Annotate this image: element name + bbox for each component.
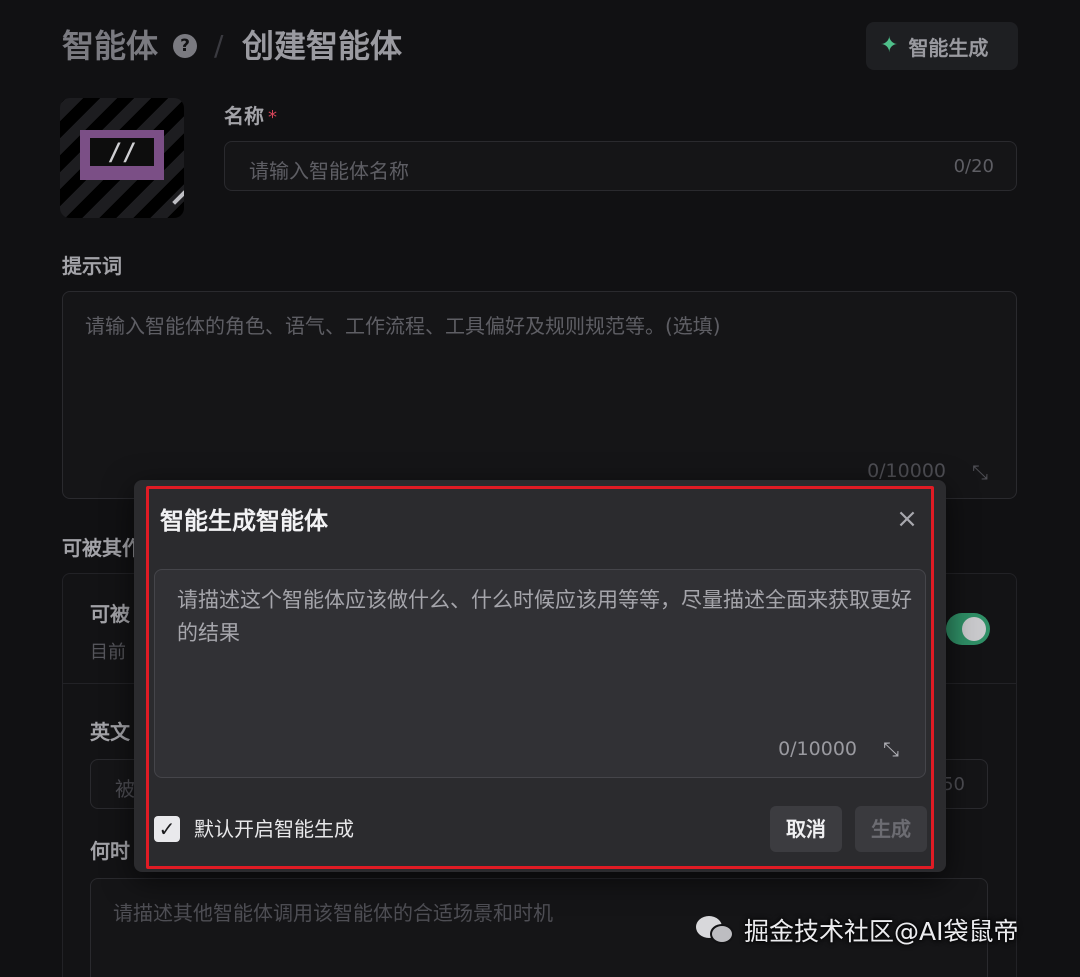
smart-generate-label: 智能生成 [908, 35, 989, 60]
name-label: 名称 [224, 104, 264, 128]
avatar-plate: // [80, 130, 164, 180]
pencil-icon [172, 189, 184, 205]
prompt-textarea[interactable]: 请输入智能体的角色、语气、工作流程、工具偏好及规则规范等。(选填) 0/1000… [62, 291, 1017, 499]
sparkle-icon: ✦ [880, 33, 899, 58]
breadcrumb-separator: / [214, 29, 224, 62]
breadcrumb-root[interactable]: 智能体 [62, 26, 158, 66]
name-input[interactable]: 请输入智能体名称 0/20 [224, 141, 1017, 191]
toggle-row-title: 可被 [90, 602, 130, 626]
expand-icon[interactable]: ⤡ [883, 737, 899, 761]
toggle-row-subtitle: 目前 [90, 642, 126, 663]
expand-icon[interactable]: ⤡ [972, 460, 988, 484]
callable-toggle[interactable] [946, 613, 990, 645]
dialog-title: 智能生成智能体 [160, 507, 328, 535]
when-label: 何时 [90, 839, 130, 863]
wechat-icon [696, 914, 736, 946]
description-placeholder: 请描述这个智能体应该做什么、什么时候应该用等等，尽量描述全面来获取更好的结果 [177, 588, 912, 645]
cancel-button[interactable]: 取消 [770, 806, 842, 852]
english-name-label: 英文 [90, 720, 130, 744]
avatar-glyph: // [90, 138, 154, 166]
name-counter: 0/20 [953, 156, 994, 177]
callable-section-heading: 可被其作 [62, 536, 142, 560]
prompt-placeholder: 请输入智能体的角色、语气、工作流程、工具偏好及规则规范等。(选填) [85, 314, 721, 338]
default-smart-generate-checkbox[interactable]: ✓ [154, 816, 180, 842]
smart-generate-button[interactable]: ✦ 智能生成 [866, 22, 1018, 70]
close-icon[interactable]: × [894, 506, 920, 532]
name-placeholder: 请输入智能体名称 [249, 159, 409, 183]
english-input-text: 被 [115, 777, 135, 801]
generate-button[interactable]: 生成 [855, 806, 927, 852]
required-mark: * [268, 107, 277, 128]
description-counter: 0/10000 [778, 738, 857, 760]
agent-avatar[interactable]: // [60, 98, 184, 218]
page-title: 创建智能体 [242, 27, 403, 65]
checkbox-label: 默认开启智能生成 [194, 817, 354, 841]
toggle-knob [962, 617, 986, 641]
when-placeholder: 请描述其他智能体调用该智能体的合适场景和时机 [113, 901, 553, 925]
prompt-counter: 0/10000 [867, 460, 946, 482]
agent-description-input[interactable]: 请描述这个智能体应该做什么、什么时候应该用等等，尽量描述全面来获取更好的结果 0… [154, 569, 926, 778]
watermark: 掘金技术社区@AI袋鼠帝 [696, 912, 1018, 948]
name-label-row: 名称 * [224, 100, 277, 129]
prompt-label: 提示词 [62, 254, 122, 278]
question-circle-icon[interactable]: ? [173, 34, 197, 58]
watermark-text: 掘金技术社区@AI袋鼠帝 [744, 917, 1019, 946]
